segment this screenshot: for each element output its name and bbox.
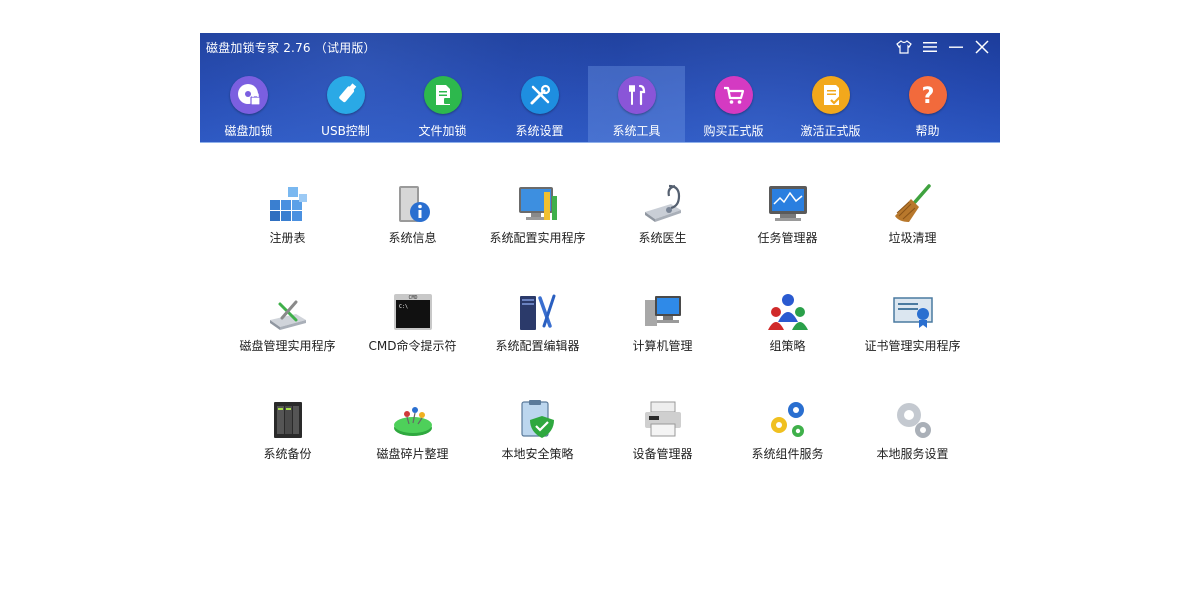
tool-label: 系统组件服务: [751, 447, 824, 461]
tool-label: CMD命令提示符: [368, 339, 457, 353]
cart-icon: [714, 76, 753, 114]
tool-group-policy[interactable]: 组策略: [725, 286, 850, 394]
computer-management-icon: [645, 296, 681, 326]
minimize-icon: [949, 46, 963, 48]
component-services-icon: [771, 402, 804, 437]
defrag-icon: [394, 407, 432, 436]
tab-disk-lock[interactable]: 磁盘加锁: [200, 66, 297, 143]
tab-label: 购买正式版: [703, 124, 764, 138]
tool-cmd[interactable]: CMD C:\ CMD命令提示符: [350, 286, 475, 394]
tool-disk-management[interactable]: 磁盘管理实用程序: [225, 286, 350, 394]
tool-security-policy[interactable]: 本地安全策略: [475, 394, 600, 502]
shirt-icon: [896, 40, 912, 54]
toolkit-icon: [617, 76, 656, 114]
local-services-icon: [897, 403, 931, 438]
security-policy-icon: [521, 400, 554, 438]
tab-activate[interactable]: 激活正式版: [782, 66, 879, 143]
tab-label: 帮助: [915, 124, 940, 138]
svg-text:CMD: CMD: [408, 295, 417, 301]
tab-system-settings[interactable]: 系统设置: [491, 66, 588, 143]
header-divider: [200, 142, 1000, 143]
tool-label: 计算机管理: [632, 339, 693, 353]
tab-label: 系统工具: [612, 124, 661, 138]
usb-icon: [326, 76, 365, 114]
tab-label: 系统设置: [515, 124, 564, 138]
tool-junk-clean[interactable]: 垃圾清理: [850, 178, 975, 286]
cmd-icon: CMD C:\: [394, 294, 432, 330]
app-window: 磁盘加锁专家 2.76 （试用版） 磁盘加锁 USB控制 文件加锁 系统设置 系…: [200, 33, 1000, 493]
tool-label: 组策略: [769, 339, 806, 353]
tool-label: 注册表: [269, 231, 306, 245]
tool-label: 任务管理器: [757, 231, 818, 245]
tools-icon: [520, 76, 559, 114]
tool-label: 磁盘管理实用程序: [239, 339, 336, 353]
system-config-icon: [519, 187, 557, 220]
disc-lock-icon: [229, 76, 268, 114]
config-editor-icon: [520, 294, 556, 330]
tab-label: USB控制: [321, 124, 370, 138]
tool-label: 垃圾清理: [888, 231, 937, 245]
tool-certificate[interactable]: 证书管理实用程序: [850, 286, 975, 394]
tool-label: 系统备份: [263, 447, 312, 461]
disk-management-icon: [270, 300, 306, 330]
tools-grid: 注册表 系统信息 系统配置实用程序 系统医生 任务管理器 垃圾清理 磁盘管理实用…: [225, 178, 975, 502]
tool-label: 系统配置实用程序: [489, 231, 586, 245]
tab-label: 文件加锁: [418, 124, 467, 138]
tool-system-info[interactable]: 系统信息: [350, 178, 475, 286]
tool-registry[interactable]: 注册表: [225, 178, 350, 286]
group-policy-icon: [768, 294, 808, 330]
tool-label: 本地安全策略: [501, 447, 574, 461]
tool-label: 设备管理器: [632, 447, 693, 461]
tab-file-lock[interactable]: 文件加锁: [394, 66, 491, 143]
tool-config-editor[interactable]: 系统配置编辑器: [475, 286, 600, 394]
backup-icon: [274, 402, 302, 438]
tool-defrag[interactable]: 磁盘碎片整理: [350, 394, 475, 502]
skin-button[interactable]: [894, 37, 914, 57]
system-info-icon: [399, 186, 430, 222]
tool-system-config[interactable]: 系统配置实用程序: [475, 178, 600, 286]
activate-icon: [811, 76, 850, 114]
menu-button[interactable]: [920, 37, 940, 57]
tool-label: 本地服务设置: [876, 447, 949, 461]
tab-help[interactable]: ? 帮助: [879, 66, 976, 143]
tab-system-tools[interactable]: 系统工具: [588, 66, 685, 143]
tab-buy[interactable]: 购买正式版: [685, 66, 782, 143]
registry-icon: [270, 187, 307, 221]
tab-label: 激活正式版: [800, 124, 861, 138]
tool-local-services[interactable]: 本地服务设置: [850, 394, 975, 502]
tool-task-manager[interactable]: 任务管理器: [725, 178, 850, 286]
tool-label: 磁盘碎片整理: [376, 447, 449, 461]
tool-label: 证书管理实用程序: [864, 339, 961, 353]
svg-text:?: ?: [921, 84, 934, 108]
device-manager-icon: [645, 401, 681, 437]
certificate-icon: [893, 297, 933, 328]
svg-text:C:\: C:\: [399, 304, 408, 310]
task-manager-icon: [769, 186, 807, 221]
help-icon: ?: [908, 76, 947, 114]
header-bar: 磁盘加锁专家 2.76 （试用版） 磁盘加锁 USB控制 文件加锁 系统设置 系…: [200, 33, 1000, 143]
tab-label: 磁盘加锁: [224, 124, 273, 138]
file-lock-icon: [423, 76, 462, 114]
tool-system-doctor[interactable]: 系统医生: [600, 178, 725, 286]
tool-label: 系统信息: [388, 231, 437, 245]
window-controls: [894, 37, 992, 57]
tool-system-backup[interactable]: 系统备份: [225, 394, 350, 502]
menu-icon: [923, 42, 937, 52]
tool-label: 系统医生: [638, 231, 687, 245]
tab-usb-control[interactable]: USB控制: [297, 66, 394, 143]
window-title: 磁盘加锁专家 2.76 （试用版）: [206, 41, 376, 55]
broom-icon: [895, 184, 931, 222]
tool-computer-management[interactable]: 计算机管理: [600, 286, 725, 394]
tool-device-manager[interactable]: 设备管理器: [600, 394, 725, 502]
system-doctor-icon: [645, 184, 681, 222]
minimize-button[interactable]: [946, 37, 966, 57]
tool-component-services[interactable]: 系统组件服务: [725, 394, 850, 502]
close-icon: [975, 40, 989, 54]
close-button[interactable]: [972, 37, 992, 57]
tool-label: 系统配置编辑器: [495, 339, 580, 353]
main-tabs: 磁盘加锁 USB控制 文件加锁 系统设置 系统工具 购买正式版 激活正式版 ? …: [200, 66, 1000, 143]
